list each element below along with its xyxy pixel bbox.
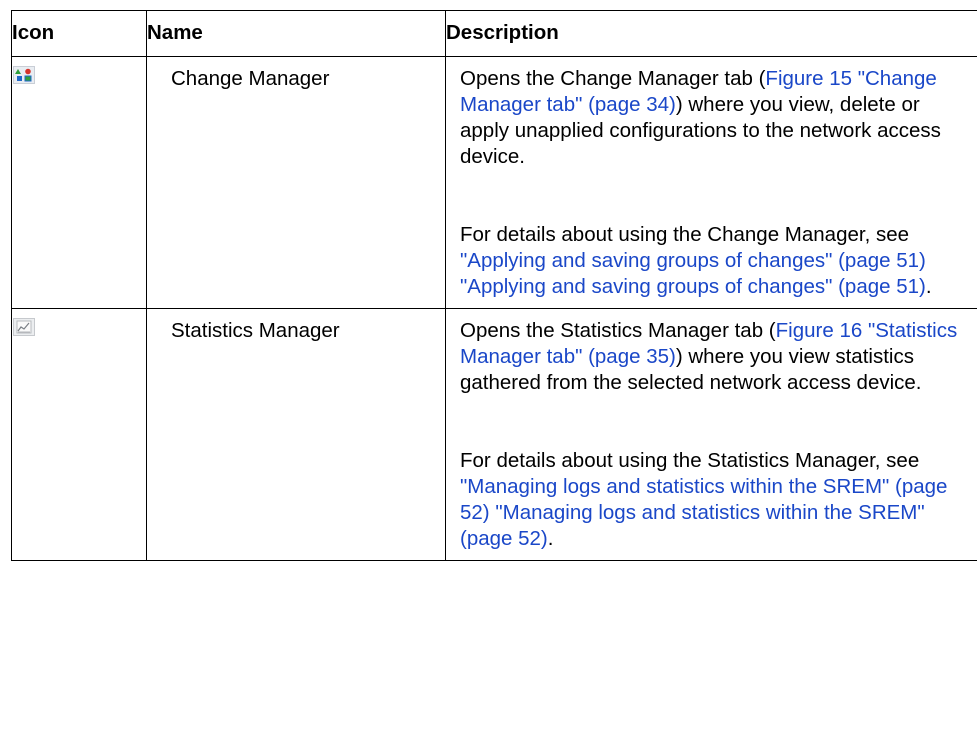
details-paragraph: For details about using the Statistics M…	[460, 448, 973, 552]
icon-cell	[11, 56, 147, 309]
section-link[interactable]: "Applying and saving groups of changes" …	[460, 275, 926, 298]
change-manager-icon	[13, 65, 35, 84]
table-row: Statistics Manager Opens the Statistics …	[11, 308, 977, 561]
section-link[interactable]: "Managing logs and statistics within the…	[460, 501, 925, 550]
details-text: .	[925, 275, 932, 298]
icon-cell	[11, 308, 147, 561]
name-cell: Statistics Manager	[146, 308, 446, 561]
header-name: Name	[146, 10, 446, 57]
name-cell: Change Manager	[146, 56, 446, 309]
details-text: For details about using the Statistics M…	[460, 449, 920, 472]
details-text: For details about using the Change Manag…	[460, 223, 910, 246]
description-paragraph: Opens the Statistics Manager tab (Figure…	[460, 318, 973, 396]
details-paragraph: For details about using the Change Manag…	[460, 222, 973, 300]
description-text: Opens the Change Manager tab (	[460, 67, 766, 90]
statistics-manager-icon	[13, 317, 35, 336]
section-link[interactable]: "Applying and saving groups of changes" …	[460, 249, 926, 272]
header-description: Description	[445, 10, 977, 57]
table-header-row: Icon Name Description	[11, 10, 977, 57]
description-cell: Opens the Statistics Manager tab (Figure…	[445, 308, 977, 561]
description-text: Opens the Statistics Manager tab (	[460, 319, 776, 342]
table-row: Change Manager Opens the Change Manager …	[11, 56, 977, 309]
icon-reference-table: Icon Name Description Change Manager Ope…	[11, 10, 977, 561]
details-text: .	[547, 527, 554, 550]
description-cell: Opens the Change Manager tab (Figure 15 …	[445, 56, 977, 309]
header-icon: Icon	[11, 10, 147, 57]
description-paragraph: Opens the Change Manager tab (Figure 15 …	[460, 66, 973, 170]
